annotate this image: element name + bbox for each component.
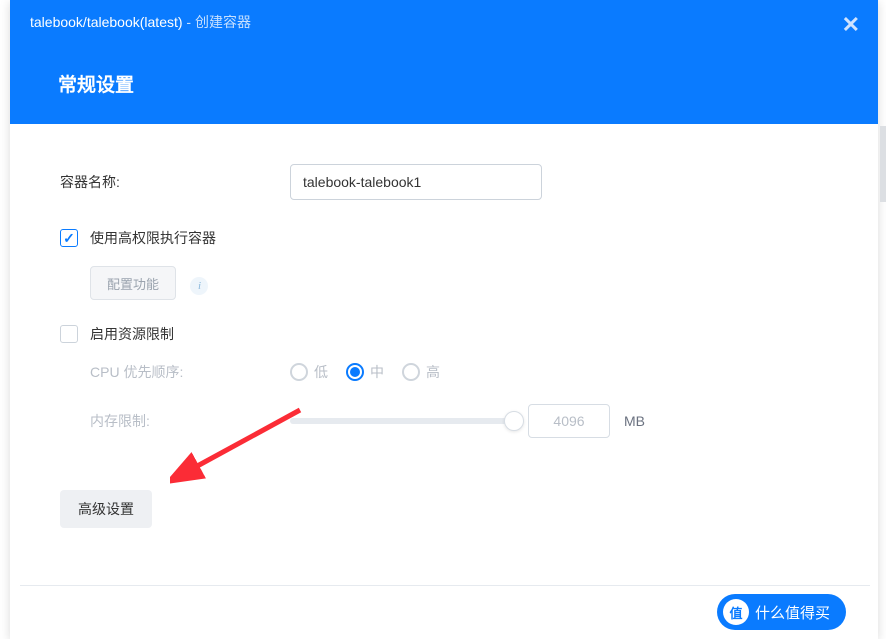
next-text: 什么值得买 — [755, 602, 830, 623]
config-capabilities-button[interactable]: 配置功能 — [90, 266, 176, 300]
badge-icon: 值 — [723, 599, 749, 625]
privileged-sub: 配置功能 i — [90, 266, 828, 300]
resource-limit-row: 启用资源限制 — [60, 324, 828, 344]
container-name-label: 容器名称: — [60, 172, 290, 192]
container-name-input[interactable] — [290, 164, 542, 200]
cpu-priority-radios: 低 中 高 — [290, 362, 440, 382]
container-name-row: 容器名称: — [60, 164, 828, 200]
section-title: 常规设置 — [58, 70, 858, 97]
privileged-row: 使用高权限执行容器 — [60, 228, 828, 248]
create-container-modal: talebook/talebook(latest) - 创建容器 ✕ 常规设置 … — [10, 0, 878, 639]
memory-value-input[interactable] — [528, 404, 610, 438]
info-icon[interactable]: i — [190, 277, 208, 295]
cpu-radio-mid[interactable]: 中 — [346, 362, 384, 382]
background-pane-edge — [880, 126, 886, 202]
memory-slider[interactable] — [290, 418, 514, 424]
memory-unit: MB — [624, 413, 645, 429]
memory-limit-label: 内存限制: — [90, 411, 290, 431]
memory-slider-wrap: MB — [290, 404, 828, 438]
cpu-radio-low[interactable]: 低 — [290, 362, 328, 382]
advanced-settings-button[interactable]: 高级设置 — [60, 490, 152, 528]
breadcrumb-image: talebook/talebook(latest) — [30, 14, 183, 30]
memory-limit-row: 内存限制: MB — [90, 404, 828, 438]
breadcrumb-action: 创建容器 — [195, 14, 251, 30]
cpu-radio-high[interactable]: 高 — [402, 362, 440, 382]
radio-icon — [290, 363, 308, 381]
radio-icon — [402, 363, 420, 381]
privileged-checkbox[interactable] — [60, 229, 78, 247]
next-button[interactable]: 值 什么值得买 — [717, 594, 846, 630]
privileged-label: 使用高权限执行容器 — [90, 228, 216, 248]
resource-limit-label: 启用资源限制 — [90, 324, 174, 344]
resource-limit-checkbox[interactable] — [60, 325, 78, 343]
modal-footer: 值 什么值得买 — [20, 585, 870, 637]
modal-content: 容器名称: 使用高权限执行容器 配置功能 i 启用资源限制 CPU 优先顺序: … — [10, 124, 878, 558]
modal-header: talebook/talebook(latest) - 创建容器 ✕ 常规设置 — [10, 0, 878, 124]
close-icon[interactable]: ✕ — [842, 12, 860, 38]
cpu-priority-label: CPU 优先顺序: — [90, 362, 290, 382]
breadcrumb: talebook/talebook(latest) - 创建容器 — [30, 12, 858, 32]
cpu-priority-row: CPU 优先顺序: 低 中 高 — [90, 362, 828, 382]
slider-thumb-icon[interactable] — [504, 411, 524, 431]
radio-icon — [346, 363, 364, 381]
resource-sub: CPU 优先顺序: 低 中 高 内存 — [90, 362, 828, 438]
